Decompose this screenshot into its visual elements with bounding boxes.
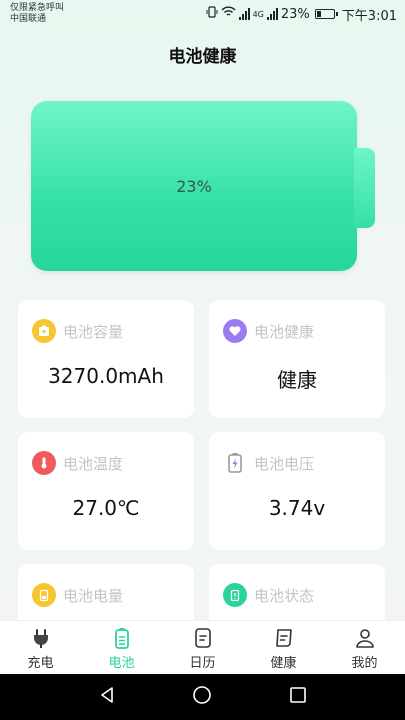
battery-capacity-icon [32, 319, 56, 343]
heart-icon [223, 319, 247, 343]
tab-health[interactable]: 健康 [243, 621, 324, 674]
card-health[interactable]: 电池健康 健康 [209, 300, 385, 418]
tab-charge-label: 充电 [27, 656, 54, 671]
plug-icon [30, 627, 52, 649]
system-nav-bar [0, 674, 405, 720]
user-icon [354, 627, 376, 649]
card-temperature-value: 27.0℃ [72, 496, 140, 520]
status-icons: 4G 23% 下午3:01 [206, 6, 397, 24]
clock: 下午3:01 [341, 8, 397, 24]
battery-graphic: 23% [31, 101, 357, 271]
tab-battery-label: 电池 [108, 656, 135, 671]
card-voltage[interactable]: 电池电压 3.74v [209, 432, 385, 550]
card-temperature[interactable]: 电池温度 27.0℃ [18, 432, 194, 550]
card-voltage-label: 电池电压 [254, 454, 315, 473]
battery-percent: 23% [176, 177, 212, 196]
battery-tab-icon [111, 627, 133, 649]
home-icon[interactable] [192, 685, 212, 709]
voltage-icon [223, 451, 247, 475]
card-health-label: 电池健康 [254, 322, 315, 341]
network-type: 4G [252, 9, 264, 19]
card-status-head: 电池状态 [223, 583, 314, 607]
battery-percent-status: 23% [280, 6, 310, 22]
battery-status-card-icon [223, 583, 247, 607]
tab-health-label: 健康 [270, 656, 297, 671]
tab-battery[interactable]: 电池 [81, 621, 162, 674]
tab-bar: 充电 电池 日历 健康 我的 [0, 620, 405, 674]
wifi-icon [221, 6, 236, 22]
card-voltage-value: 3.74v [268, 496, 326, 520]
card-status-label: 电池状态 [254, 586, 315, 605]
card-capacity-value: 3270.0mAh [48, 364, 164, 388]
card-health-head: 电池健康 [223, 319, 314, 343]
card-capacity[interactable]: 电池容量 3270.0mAh [18, 300, 194, 418]
signal-icon [238, 8, 250, 20]
tab-profile[interactable]: 我的 [324, 621, 405, 674]
tab-profile-label: 我的 [351, 656, 378, 671]
thermometer-icon [32, 451, 56, 475]
card-level-label: 电池电量 [63, 586, 124, 605]
carrier-line-2: 中国联通 [10, 14, 47, 24]
health-icon [273, 627, 295, 649]
carrier-line-1: 仅限紧急呼叫 [10, 3, 65, 13]
status-bar: 仅限紧急呼叫 中国联通 4G 23% 下午3:01 [0, 0, 405, 30]
card-level-head: 电池电量 [32, 583, 123, 607]
tab-calendar[interactable]: 日历 [162, 621, 243, 674]
page-title: 电池健康 [168, 47, 237, 67]
card-temperature-label: 电池温度 [63, 454, 124, 473]
card-health-value: 健康 [277, 368, 317, 392]
recents-icon[interactable] [289, 686, 307, 708]
battery-status-icon [314, 9, 338, 19]
vibrate-icon [206, 6, 218, 22]
card-capacity-head: 电池容量 [32, 319, 123, 343]
back-icon[interactable] [98, 686, 116, 708]
calendar-icon [192, 627, 214, 649]
signal-icon-2 [266, 8, 278, 20]
tab-charge[interactable]: 充电 [0, 621, 81, 674]
card-voltage-head: 电池电压 [223, 451, 314, 475]
card-temperature-head: 电池温度 [32, 451, 123, 475]
battery-level-icon [32, 583, 56, 607]
battery-tip [354, 148, 375, 228]
card-capacity-label: 电池容量 [63, 322, 124, 341]
carrier-info: 仅限紧急呼叫 中国联通 [10, 3, 64, 25]
tab-calendar-label: 日历 [189, 656, 216, 671]
